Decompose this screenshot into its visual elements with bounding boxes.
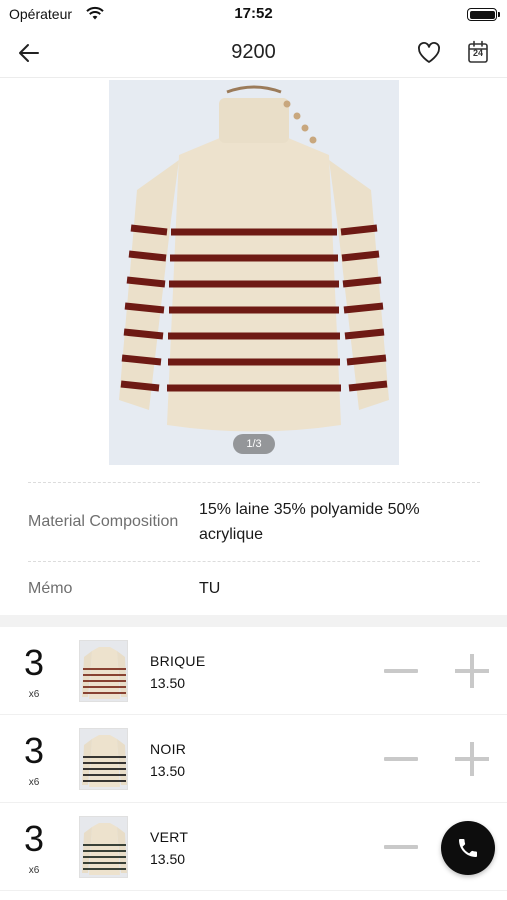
detail-value: TU (199, 580, 221, 597)
product-image[interactable]: 1/3 (109, 80, 399, 465)
variant-row-vert: 3 x6 VERT 13.50 (0, 803, 507, 891)
status-bar: Opérateur 17:52 (0, 0, 507, 28)
variant-price: 13.50 (150, 763, 186, 779)
decrease-button[interactable] (384, 669, 418, 673)
nav-bar: 9200 24 (0, 28, 507, 78)
variant-quantity: 3 (23, 730, 45, 771)
section-separator (0, 615, 507, 627)
variant-quantity: 3 (23, 642, 45, 683)
heart-icon[interactable] (416, 40, 442, 66)
detail-label: Material Composition (28, 513, 179, 530)
image-counter: 1/3 (233, 434, 275, 454)
detail-row-memo: Mémo TU (28, 562, 480, 617)
increase-button[interactable] (455, 654, 489, 688)
status-time: 17:52 (234, 5, 273, 22)
variant-thumbnail[interactable] (79, 640, 128, 702)
decrease-button[interactable] (384, 845, 418, 849)
variant-name: VERT (150, 829, 189, 845)
variant-multiplier: x6 (28, 689, 40, 700)
sweater-illustration (109, 80, 399, 465)
calendar-icon[interactable]: 24 (466, 39, 490, 65)
variant-multiplier: x6 (28, 777, 40, 788)
variant-price: 13.50 (150, 675, 186, 691)
detail-label: Mémo (28, 580, 73, 597)
variant-thumbnail[interactable] (79, 728, 128, 790)
decrease-button[interactable] (384, 757, 418, 761)
variant-row-noir: 3 x6 NOIR 13.50 (0, 715, 507, 803)
variant-row-brique: 3 x6 BRIQUE 13.50 (0, 627, 507, 715)
calendar-day: 24 (472, 48, 483, 58)
product-details: Material Composition 15% laine 35% polya… (28, 482, 480, 617)
variant-thumbnail[interactable] (79, 816, 128, 878)
variant-list: 3 x6 BRIQUE 13.50 3 x6 NOIR 13.50 3 x6 V… (0, 627, 507, 891)
detail-value: 15% laine 35% polyamide 50% acrylique (199, 501, 420, 543)
variant-name: BRIQUE (150, 653, 206, 669)
variant-quantity: 3 (23, 818, 45, 859)
battery-icon (467, 8, 500, 21)
variant-price: 13.50 (150, 851, 186, 867)
variant-multiplier: x6 (28, 865, 40, 876)
variant-name: NOIR (150, 741, 187, 757)
phone-icon (459, 839, 477, 857)
call-button[interactable] (441, 821, 495, 875)
increase-button[interactable] (455, 742, 489, 776)
detail-row-material: Material Composition 15% laine 35% polya… (28, 483, 480, 561)
